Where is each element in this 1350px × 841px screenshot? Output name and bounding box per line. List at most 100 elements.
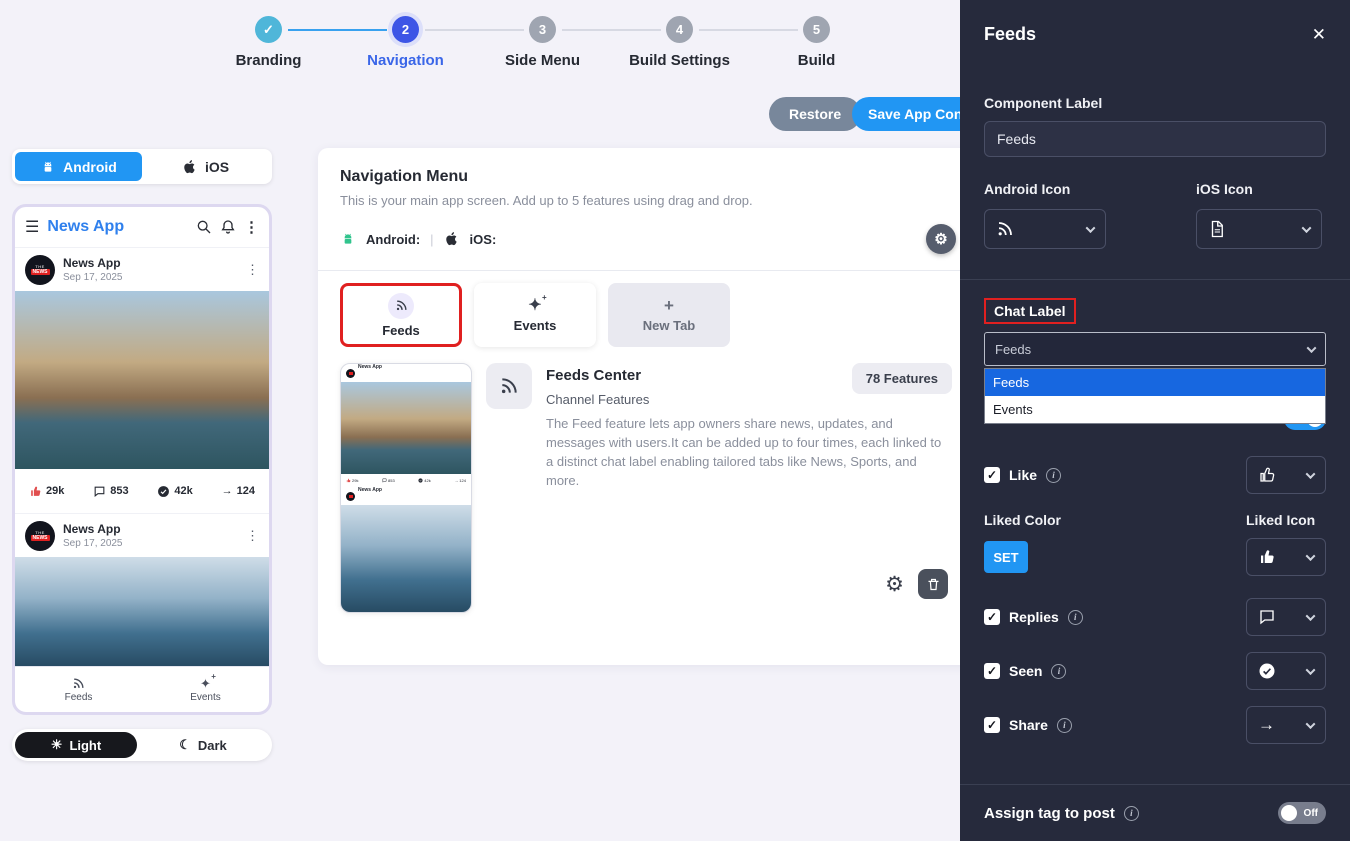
- like-count-value: 29k: [46, 485, 64, 497]
- share-checkbox[interactable]: ✓: [984, 717, 1000, 733]
- phone-tab-events[interactable]: ✦+ Events: [142, 667, 269, 712]
- tab-events[interactable]: ✦+ Events: [474, 283, 596, 347]
- liked-icon-label: Liked Icon: [1246, 512, 1326, 528]
- chat-option-feeds[interactable]: Feeds: [985, 369, 1325, 396]
- chevron-down-icon: [1306, 665, 1316, 675]
- post-stats-row: 29k 853 42k → 124: [15, 469, 269, 513]
- feeds-feature-icon: [486, 363, 532, 409]
- chevron-down-icon: [1302, 223, 1312, 233]
- seen-icon-dropdown[interactable]: [1246, 652, 1326, 690]
- tab-new-tab[interactable]: + New Tab: [608, 283, 730, 347]
- comment-count[interactable]: 853: [93, 485, 128, 498]
- component-label-input[interactable]: [984, 121, 1326, 157]
- info-icon[interactable]: i: [1051, 664, 1066, 679]
- phone-tab-feeds[interactable]: Feeds: [15, 667, 142, 712]
- post-kebab-icon[interactable]: ⋮: [246, 528, 259, 544]
- share-arrow-icon: →: [222, 485, 233, 497]
- chat-label-select[interactable]: Feeds: [984, 332, 1326, 366]
- ios-icon-dropdown[interactable]: [1196, 209, 1322, 249]
- mini-post-image-mountain: [341, 505, 471, 612]
- feeds-settings-panel: Feeds ✕ Component Label Android Icon iOS…: [960, 0, 1350, 841]
- step-build-settings[interactable]: 4 Build Settings: [611, 12, 748, 69]
- avatar-badge-bottom: NEWS: [31, 269, 50, 275]
- share-icon-dropdown[interactable]: →: [1246, 706, 1326, 744]
- feature-delete-button[interactable]: [918, 569, 948, 599]
- info-icon[interactable]: i: [1057, 718, 1072, 733]
- like-icon-dropdown[interactable]: [1246, 456, 1326, 494]
- info-icon[interactable]: i: [1124, 806, 1139, 821]
- hamburger-menu-icon[interactable]: ☰: [25, 217, 39, 237]
- post-kebab-icon[interactable]: ⋮: [246, 262, 259, 278]
- assign-tag-bar: Assign tag to post i Off: [960, 784, 1350, 841]
- assign-tag-toggle[interactable]: Off: [1278, 802, 1326, 824]
- post-image-mountain: [15, 557, 269, 666]
- platform-toggle: Android iOS: [12, 149, 272, 184]
- tab-feeds[interactable]: Feeds: [340, 283, 462, 347]
- mini-post-header: News App Sep 17, 2025: [341, 364, 471, 382]
- replies-label: Replies: [1009, 609, 1059, 625]
- chat-option-events[interactable]: Events: [985, 396, 1325, 423]
- seen-check-icon: [418, 478, 423, 483]
- android-toggle-label: Android: [63, 159, 117, 175]
- bell-icon[interactable]: [220, 219, 236, 235]
- like-label: Like: [1009, 467, 1037, 483]
- set-color-button[interactable]: SET: [984, 541, 1028, 573]
- feature-settings-button[interactable]: ⚙: [885, 572, 904, 597]
- kebab-menu-icon[interactable]: ⋮: [244, 218, 259, 236]
- step-branding[interactable]: ✓ Branding: [200, 12, 337, 69]
- android-icon-dropdown[interactable]: [984, 209, 1106, 249]
- ios-toggle-label: iOS: [205, 159, 229, 175]
- liked-icon-dropdown[interactable]: [1246, 538, 1326, 576]
- replies-checkbox[interactable]: ✓: [984, 609, 1000, 625]
- post-date: Sep 17, 2025: [63, 538, 123, 549]
- step-number: 2: [392, 16, 419, 43]
- avatar: THE NEWS: [25, 521, 55, 551]
- android-toggle-button[interactable]: Android: [15, 152, 142, 181]
- close-icon[interactable]: ✕: [1312, 25, 1326, 45]
- ios-label: iOS:: [470, 232, 497, 247]
- step-side-menu[interactable]: 3 Side Menu: [474, 12, 611, 69]
- check-icon: ✓: [987, 718, 997, 732]
- android-icon-label: Android Icon: [984, 181, 1070, 197]
- chat-label-select-wrap: Feeds Feeds Events: [984, 332, 1326, 366]
- like-checkbox[interactable]: ✓: [984, 467, 1000, 483]
- share-arrow-icon: →: [454, 478, 458, 483]
- restore-button[interactable]: Restore: [769, 97, 861, 131]
- icon-labels-row: Android Icon iOS Icon: [984, 181, 1326, 199]
- seen-count[interactable]: 42k: [157, 485, 192, 498]
- tab-label: New Tab: [643, 318, 696, 333]
- phone-tab-label: Feeds: [65, 692, 93, 703]
- post-header: THE NEWS News App Sep 17, 2025 ⋮: [15, 513, 269, 557]
- share-count[interactable]: → 124: [222, 485, 255, 497]
- comment-icon: [1258, 608, 1276, 626]
- mini-post-author: News App: [358, 364, 382, 370]
- apple-icon: [182, 159, 198, 175]
- settings-gear-button[interactable]: ⚙: [926, 224, 956, 254]
- ios-icon-label: iOS Icon: [1196, 181, 1253, 197]
- seen-checkbox[interactable]: ✓: [984, 663, 1000, 679]
- mini-post-header: News App Sep 17, 2025: [341, 487, 471, 505]
- avatar: [346, 369, 355, 378]
- dark-theme-button[interactable]: ☾ Dark: [137, 737, 269, 753]
- light-theme-button[interactable]: ☀ Light: [15, 732, 137, 758]
- search-icon[interactable]: [196, 219, 212, 235]
- chat-label-value: Feeds: [995, 342, 1031, 357]
- like-count[interactable]: 29k: [29, 485, 64, 498]
- ios-toggle-button[interactable]: iOS: [142, 159, 269, 175]
- replies-icon-dropdown[interactable]: [1246, 598, 1326, 636]
- trash-icon: [926, 577, 941, 592]
- info-icon[interactable]: i: [1068, 610, 1083, 625]
- chevron-down-icon: [1306, 719, 1316, 729]
- step-navigation[interactable]: 2 Navigation: [337, 12, 474, 69]
- apple-icon: [444, 231, 460, 247]
- features-count-badge: 78 Features: [852, 363, 952, 394]
- step-build[interactable]: 5 Build: [748, 12, 885, 69]
- phone-preview: ☰ News App ⋮ THE NEWS News App Sep 17, 2…: [12, 204, 272, 715]
- step-number: 4: [666, 16, 693, 43]
- avatar: THE NEWS: [25, 255, 55, 285]
- post-author: News App: [63, 256, 123, 272]
- thumb-up-icon: [346, 478, 351, 483]
- phone-app-header: ☰ News App ⋮: [15, 207, 269, 247]
- info-icon[interactable]: i: [1046, 468, 1061, 483]
- comment-icon: [93, 485, 106, 498]
